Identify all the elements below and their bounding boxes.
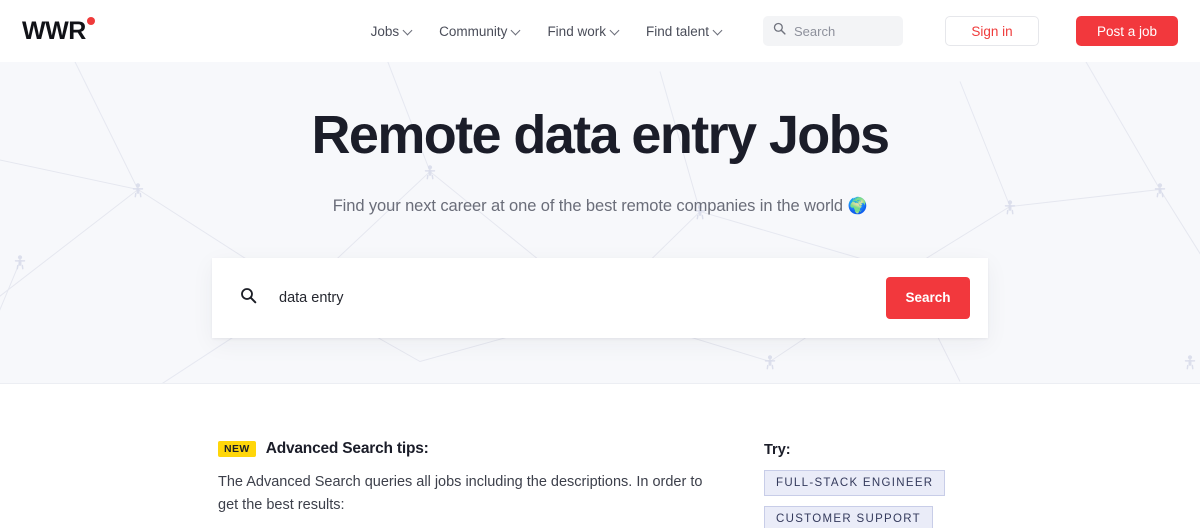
suggestion-chip-full-stack-engineer[interactable]: FULL-STACK ENGINEER (764, 470, 946, 496)
chevron-down-icon (611, 26, 620, 35)
nav-item-jobs[interactable]: Jobs (371, 24, 414, 39)
hero-subtitle-text: Find your next career at one of the best… (332, 196, 843, 215)
search-icon (773, 22, 786, 40)
hero-section: Remote data entry Jobs Find your next ca… (0, 62, 1200, 384)
logo[interactable]: WWR (22, 16, 96, 45)
header-search-input[interactable]: Search (763, 16, 903, 46)
nav-item-community[interactable]: Community (439, 24, 521, 39)
header-search-placeholder: Search (794, 23, 836, 39)
chevron-down-icon (714, 26, 723, 35)
nav-item-label: Find talent (645, 23, 709, 39)
hero-search-card: data entry Search (212, 257, 988, 338)
tips-left-column: NEW Advanced Search tips: The Advanced S… (218, 440, 718, 528)
nav-item-label: Jobs (370, 23, 400, 39)
nav-item-find-talent[interactable]: Find talent (646, 24, 723, 39)
tips-body-text: The Advanced Search queries all jobs inc… (218, 474, 703, 514)
suggestion-chip-customer-support[interactable]: CUSTOMER SUPPORT (764, 506, 933, 528)
nav-item-label: Find work (547, 23, 606, 39)
hero-search-button[interactable]: Search (886, 276, 970, 319)
hero-subtitle: Find your next career at one of the best… (0, 196, 1200, 216)
hero-content: Remote data entry Jobs Find your next ca… (0, 62, 1200, 338)
hero-search-input[interactable]: data entry (279, 290, 886, 306)
search-icon (240, 287, 257, 309)
advanced-search-tips-section: NEW Advanced Search tips: The Advanced S… (0, 384, 1200, 528)
tips-heading-row: NEW Advanced Search tips: (218, 440, 718, 458)
new-badge: NEW (218, 440, 256, 458)
site-header: WWR Jobs Community Find work Find talent (0, 0, 1200, 62)
post-a-job-button[interactable]: Post a job (1076, 16, 1178, 46)
suggestion-chips: FULL-STACK ENGINEER CUSTOMER SUPPORT (764, 470, 946, 528)
sign-in-button[interactable]: Sign in (945, 16, 1039, 46)
nav-item-label: Community (439, 23, 508, 39)
chevron-down-icon (512, 26, 521, 35)
chevron-down-icon (404, 26, 413, 35)
globe-emoji-icon: 🌍 (847, 197, 868, 215)
try-suggestions-column: Try: FULL-STACK ENGINEER CUSTOMER SUPPOR… (764, 440, 946, 528)
try-label: Try: (764, 442, 791, 458)
tips-title: Advanced Search tips: (265, 440, 429, 457)
page-title: Remote data entry Jobs (311, 105, 891, 165)
logo-text: WWR (22, 16, 86, 45)
main-nav: Jobs Community Find work Find talent Sea… (371, 16, 1178, 46)
logo-dot-icon (86, 16, 95, 25)
nav-item-find-work[interactable]: Find work (547, 24, 620, 39)
